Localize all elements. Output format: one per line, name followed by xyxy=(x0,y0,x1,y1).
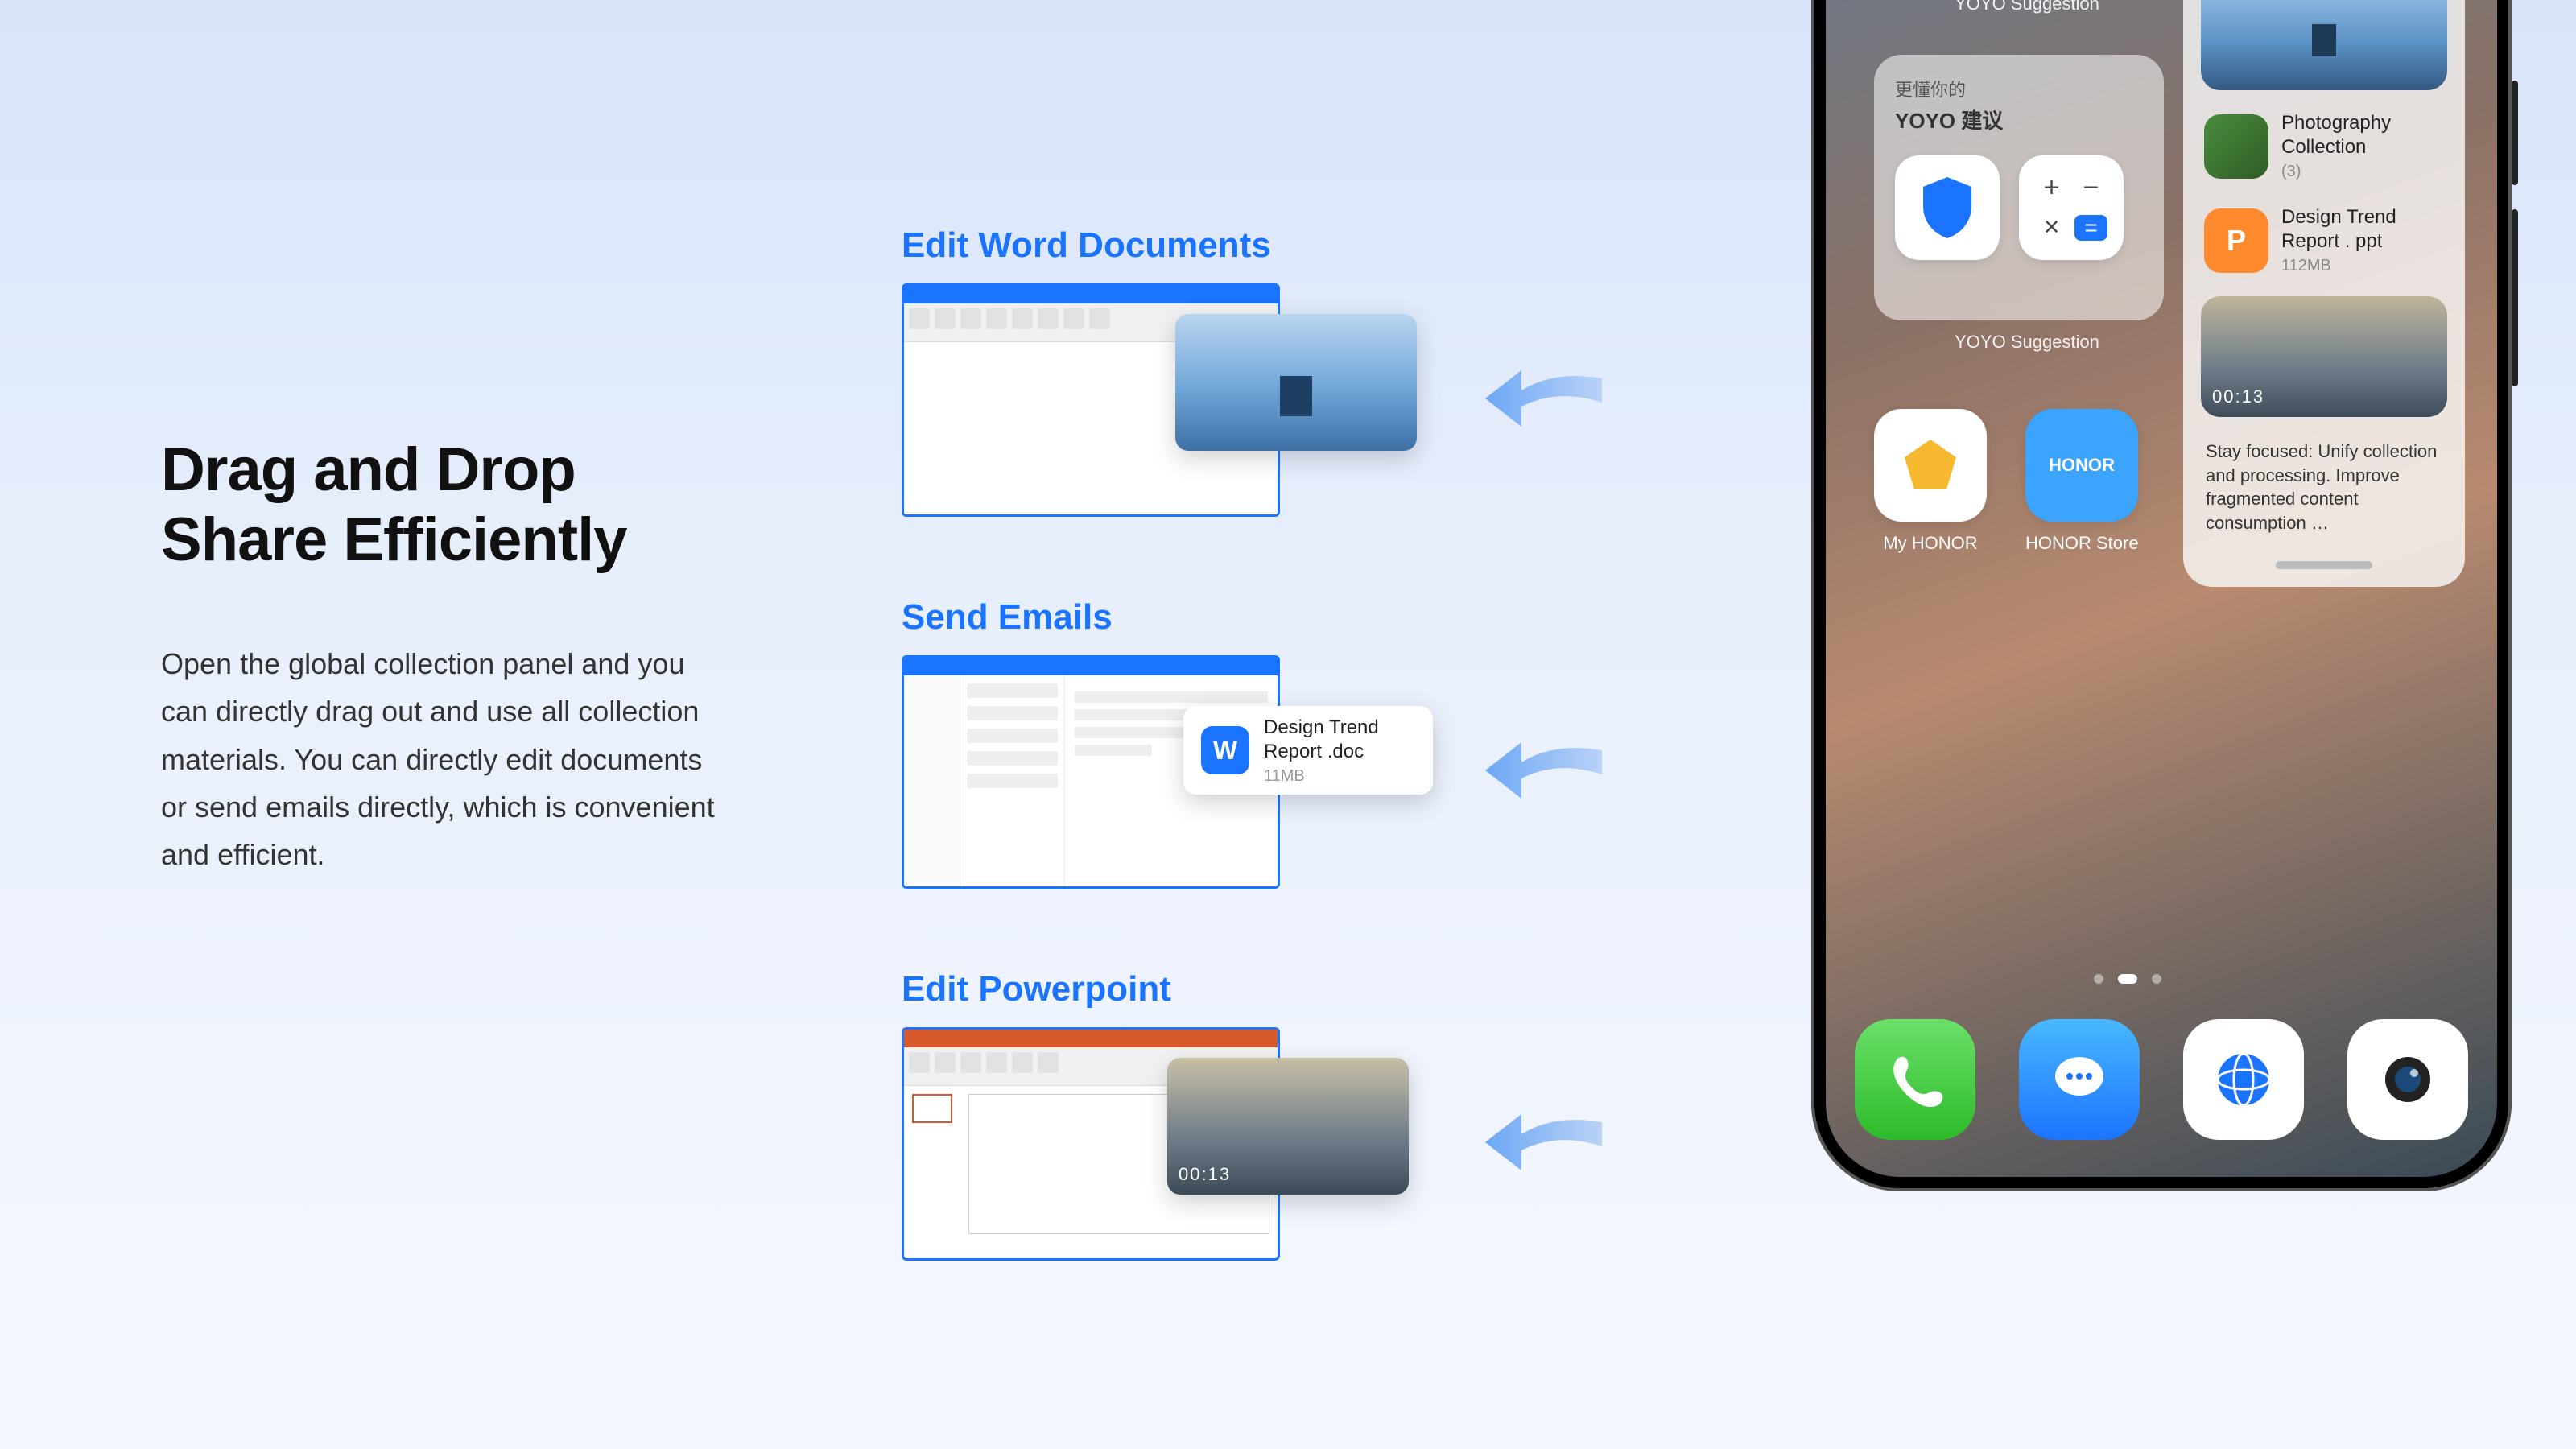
panel-video-ts: 00:13 xyxy=(2212,386,2264,407)
doc-chip-name: Design Trend Report .doc xyxy=(1264,716,1379,764)
arrow-icon xyxy=(1481,1090,1602,1179)
dock-browser-app[interactable] xyxy=(2183,1019,2304,1140)
panel-photo-coll-title: Photography Collection xyxy=(2281,111,2444,159)
arrow-icon xyxy=(1481,718,1602,807)
panel-video-item[interactable]: 00:13 xyxy=(2201,296,2447,417)
word-icon: W xyxy=(1201,726,1249,774)
feature-ppt: Edit Powerpoint 00:13 xyxy=(902,969,1530,1261)
panel-photo-collection[interactable]: Photography Collection (3) xyxy=(2201,108,2447,184)
yoyo-label: YOYO Suggestion xyxy=(1874,0,2180,14)
collection-panel[interactable]: W (6) Photography Collection (3) P Desig… xyxy=(2183,0,2465,587)
landscape-thumb-icon xyxy=(2204,114,2268,179)
feature-word: Edit Word Documents xyxy=(902,225,1530,517)
feature-word-heading: Edit Word Documents xyxy=(902,225,1530,266)
page-indicator[interactable] xyxy=(2094,974,2161,984)
panel-ppt-title: Design Trend Report . ppt xyxy=(2281,205,2396,254)
ppt-icon: P xyxy=(2204,208,2268,273)
panel-ppt-size: 112MB xyxy=(2281,257,2396,275)
honor-store-label: HONOR Store xyxy=(2025,533,2139,554)
dock-camera-app[interactable] xyxy=(2347,1019,2468,1140)
hero-title: Drag and Drop Share Efficiently xyxy=(161,435,724,576)
suggestion-card[interactable]: 更懂你的 YOYO 建议 +−×= xyxy=(1874,55,2164,320)
video-timestamp: 00:13 xyxy=(1179,1164,1231,1185)
phone-screen: ☀ Mon , Nov 6 四月廿一 18° YOYO Suggestion 更… xyxy=(1826,0,2497,1177)
suggest-cap2: YOYO 建议 xyxy=(1895,105,2143,134)
doc-chip-size: 11MB xyxy=(1264,767,1379,786)
hero-title-line2: Share Efficiently xyxy=(161,506,627,574)
suggest-cap1: 更懂你的 xyxy=(1895,76,2143,101)
panel-ppt-file[interactable]: P Design Trend Report . ppt 112MB xyxy=(2201,202,2447,279)
panel-photo-coll-count: (3) xyxy=(2281,163,2444,181)
feature-ppt-heading: Edit Powerpoint xyxy=(902,969,1530,1009)
calculator-icon[interactable]: +−×= xyxy=(2019,155,2124,260)
dragged-doc-chip[interactable]: W Design Trend Report .doc 11MB xyxy=(1183,706,1433,795)
feature-email-heading: Send Emails xyxy=(902,597,1530,638)
my-honor-label: My HONOR xyxy=(1874,533,1987,554)
dock-phone-app[interactable] xyxy=(1855,1019,1975,1140)
arrow-icon xyxy=(1481,346,1602,435)
yoyo-label-2: YOYO Suggestion xyxy=(1874,332,2180,353)
shield-icon[interactable] xyxy=(1895,155,2000,260)
panel-note-item[interactable]: Stay focused: Unify collection and proce… xyxy=(2201,435,2447,540)
dock xyxy=(1855,1019,2468,1140)
dragged-video-chip[interactable]: 00:13 xyxy=(1167,1058,1409,1195)
dock-messages-app[interactable] xyxy=(2019,1019,2140,1140)
phone-mockup: ☀ Mon , Nov 6 四月廿一 18° YOYO Suggestion 更… xyxy=(1811,0,2512,1191)
hero-body: Open the global collection panel and you… xyxy=(161,640,724,879)
honor-store-app[interactable]: HONOR xyxy=(2025,409,2138,522)
panel-photo-item[interactable] xyxy=(2201,0,2447,90)
hero-title-line1: Drag and Drop xyxy=(161,436,576,504)
panel-handle[interactable] xyxy=(2276,561,2372,569)
feature-email: Send Emails W Design Trend Report .doc 1… xyxy=(902,597,1530,889)
dragged-photo-chip[interactable] xyxy=(1175,314,1417,451)
my-honor-app[interactable] xyxy=(1874,409,1987,522)
